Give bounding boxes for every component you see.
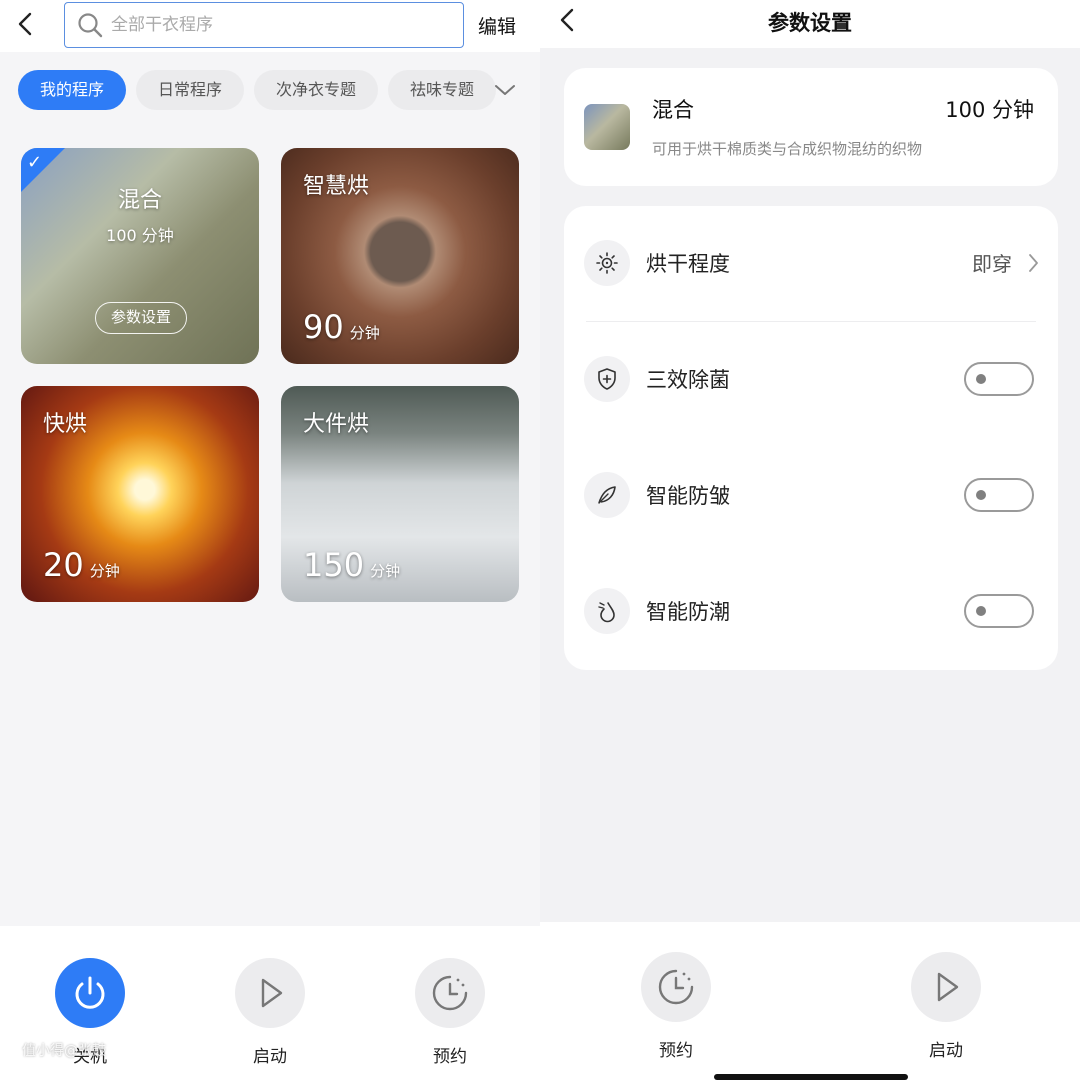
chevron-down-icon xyxy=(495,85,515,95)
page-title: 参数设置 xyxy=(768,11,852,35)
program-duration: 100 分钟 xyxy=(106,226,174,245)
schedule-button[interactable]: 预约 xyxy=(641,952,711,1061)
program-duration: 100 分钟 xyxy=(945,98,1034,122)
program-card-bulky-dry[interactable]: 大件烘 150 分钟 xyxy=(281,386,519,602)
program-title: 大件烘 xyxy=(303,412,370,437)
search-input[interactable] xyxy=(111,15,431,35)
tab-deodorize[interactable]: 祛味专题 xyxy=(388,70,497,110)
option-antibacterial: 三效除菌 xyxy=(564,322,1058,438)
search-icon xyxy=(78,13,103,38)
check-icon: ✓ xyxy=(27,152,43,173)
play-icon xyxy=(261,978,283,1008)
option-anti-wrinkle: 智能防皱 xyxy=(564,438,1058,554)
program-card-quick-dry[interactable]: 快烘 20 分钟 xyxy=(21,386,259,602)
sun-icon xyxy=(584,240,630,286)
program-summary-card: 混合 100 分钟 可用于烘干棉质类与合成织物混纺的织物 xyxy=(564,68,1058,186)
start-circle xyxy=(235,958,305,1028)
program-duration: 20 分钟 xyxy=(43,546,120,584)
program-list-screen: 编辑 我的程序日常程序次净衣专题祛味专题 ✓ 混合 100 分钟 参数设置 智慧… xyxy=(0,0,540,1080)
duration-number: 150 xyxy=(303,546,365,584)
program-card-mixed[interactable]: ✓ 混合 100 分钟 参数设置 xyxy=(21,148,259,364)
bottom-action-bar: 预约 启动 xyxy=(540,922,1080,1080)
expand-tabs-button[interactable] xyxy=(492,78,518,102)
program-name: 混合 xyxy=(652,98,694,122)
top-bar: 参数设置 xyxy=(540,0,1080,48)
program-card-smart-dry[interactable]: 智慧烘 90 分钟 xyxy=(281,148,519,364)
anti-moisture-toggle[interactable] xyxy=(964,594,1034,628)
category-tabs: 我的程序 日常程序 次净衣专题 祛味专题 xyxy=(18,70,498,112)
tab-lightly-worn[interactable]: 次净衣专题 xyxy=(254,70,379,110)
parameter-settings-button[interactable]: 参数设置 xyxy=(95,302,187,334)
start-circle xyxy=(911,952,981,1022)
schedule-circle xyxy=(415,958,485,1028)
anti-wrinkle-toggle[interactable] xyxy=(964,478,1034,512)
watermark: 值小得@张鼓 xyxy=(22,1043,106,1059)
back-button[interactable] xyxy=(16,12,36,36)
toggle-knob xyxy=(976,374,986,384)
program-duration: 90 分钟 xyxy=(303,308,380,346)
shield-plus-icon xyxy=(584,356,630,402)
option-anti-moisture: 智能防潮 xyxy=(564,554,1058,670)
start-button[interactable]: 启动 xyxy=(235,958,305,1067)
antibacterial-toggle[interactable] xyxy=(964,362,1034,396)
program-title: 智慧烘 xyxy=(303,174,370,199)
option-value: 即穿 xyxy=(972,252,1012,276)
parameter-settings-screen: 参数设置 混合 100 分钟 可用于烘干棉质类与合成织物混纺的织物 烘干程度 即… xyxy=(540,0,1080,1080)
chevron-right-icon xyxy=(1029,254,1038,272)
power-icon xyxy=(75,976,105,1009)
duration-unit: 分钟 xyxy=(349,324,380,342)
option-label: 智能防潮 xyxy=(646,600,730,624)
duration-number: 90 xyxy=(303,308,344,346)
program-description: 可用于烘干棉质类与合成织物混纺的织物 xyxy=(652,140,923,158)
tab-my-programs[interactable]: 我的程序 xyxy=(18,70,127,110)
play-icon xyxy=(937,972,959,1002)
clock-icon xyxy=(432,975,468,1011)
option-label: 智能防皱 xyxy=(646,484,730,508)
option-label: 烘干程度 xyxy=(646,252,730,276)
schedule-label: 预约 xyxy=(433,1047,467,1067)
feather-icon xyxy=(584,472,630,518)
toggle-knob xyxy=(976,490,986,500)
program-title: 混合 xyxy=(117,188,162,213)
program-thumbnail xyxy=(584,104,630,150)
toggle-knob xyxy=(976,606,986,616)
droplet-icon xyxy=(584,588,630,634)
option-dryness-level[interactable]: 烘干程度 即穿 xyxy=(564,206,1058,322)
edit-button[interactable]: 编辑 xyxy=(478,12,516,39)
program-title: 快烘 xyxy=(43,412,88,437)
duration-number: 20 xyxy=(43,546,84,584)
clock-icon xyxy=(658,969,694,1005)
start-label: 启动 xyxy=(253,1047,287,1067)
home-indicator xyxy=(714,1074,908,1080)
program-duration: 150 分钟 xyxy=(303,546,400,584)
options-card: 烘干程度 即穿 三效除菌 智能防皱 智能防潮 xyxy=(564,206,1058,670)
top-bar: 编辑 xyxy=(0,0,540,52)
duration-unit: 分钟 xyxy=(89,562,120,580)
search-bar[interactable] xyxy=(64,2,464,48)
schedule-label: 预约 xyxy=(659,1041,693,1061)
option-label: 三效除菌 xyxy=(646,368,730,392)
schedule-circle xyxy=(641,952,711,1022)
start-label: 启动 xyxy=(929,1041,963,1061)
power-circle xyxy=(55,958,125,1028)
chevron-left-icon xyxy=(18,12,32,36)
tab-daily-programs[interactable]: 日常程序 xyxy=(136,70,245,110)
start-button[interactable]: 启动 xyxy=(911,952,981,1061)
duration-unit: 分钟 xyxy=(370,562,401,580)
schedule-button[interactable]: 预约 xyxy=(415,958,485,1067)
